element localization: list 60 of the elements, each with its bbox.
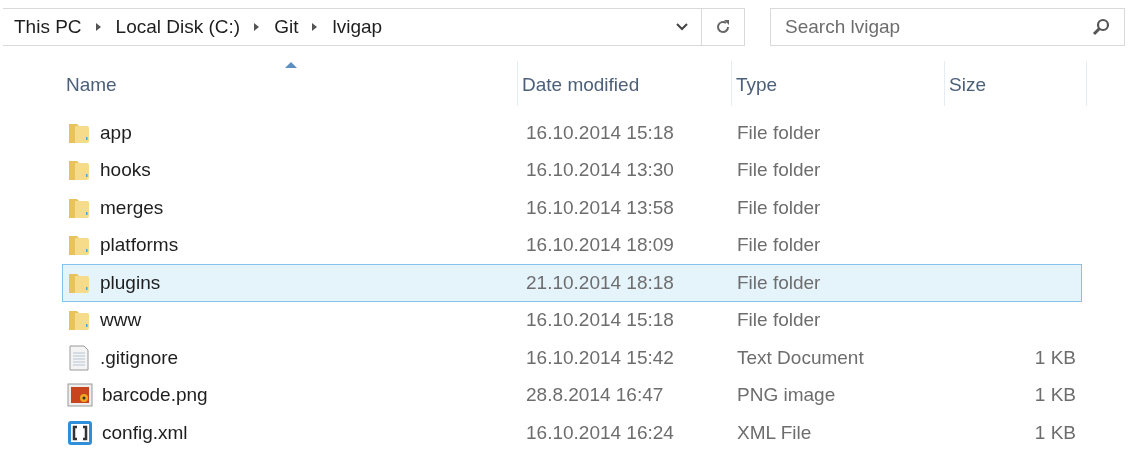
document-icon	[67, 344, 91, 371]
file-name: hooks	[100, 158, 151, 182]
breadcrumb[interactable]: Git	[274, 12, 299, 42]
type-cell-text: File folder	[736, 308, 822, 332]
date-cell-text: 28.8.2014 16:47	[525, 383, 665, 407]
file-row[interactable]: platforms 16.10.2014 18:09 File folder	[62, 226, 1082, 264]
size-cell-text: 1 KB	[1033, 383, 1076, 407]
date-cell-text: 16.10.2014 13:30	[525, 158, 675, 182]
file-name: barcode.png	[102, 383, 208, 407]
type-cell-text: File folder	[736, 233, 822, 257]
refresh-icon[interactable]	[714, 18, 732, 36]
date-cell-text: 16.10.2014 15:18	[525, 308, 675, 332]
address-bar[interactable]: This PC Local Disk (C:) Git lvigap	[3, 8, 745, 46]
date-cell-text: 16.10.2014 13:58	[525, 195, 675, 220]
file-name: www	[100, 308, 142, 332]
type-cell-text: File folder	[736, 270, 822, 295]
file-row[interactable]: plugins 21.10.2014 18:18 File folder	[62, 264, 1082, 302]
file-row[interactable]: merges 16.10.2014 13:58 File folder	[62, 189, 1082, 227]
file-name: platforms	[100, 233, 179, 257]
file-row[interactable]: config.xml 16.10.2014 16:24 XML File 1 KB	[62, 414, 1082, 450]
size-cell-text: 1 KB	[1033, 345, 1076, 370]
code-file-icon	[67, 419, 93, 446]
column-header[interactable]: Type	[732, 61, 945, 106]
type-cell-text: File folder	[736, 195, 822, 220]
date-cell-text: 21.10.2014 18:18	[525, 270, 675, 295]
type-cell-text: File folder	[736, 158, 822, 182]
file-row[interactable]: .gitignore 16.10.2014 15:42 Text Document 1 KB	[62, 339, 1082, 377]
type-cell-text: XML File	[736, 420, 813, 445]
breadcrumb[interactable]: lvigap	[332, 12, 383, 42]
file-name: app	[100, 120, 132, 145]
file-row[interactable]: barcode.png 28.8.2014 16:47 PNG image 1 KB	[62, 376, 1082, 414]
file-row[interactable]: hooks 16.10.2014 13:30 File folder	[62, 151, 1082, 189]
file-name: config.xml	[102, 420, 188, 445]
file-name: .gitignore	[100, 345, 179, 370]
column-header[interactable]: Date modified	[518, 61, 732, 106]
type-cell-text: PNG image	[736, 383, 837, 407]
type-cell-text: Text Document	[736, 345, 865, 370]
date-cell-text: 16.10.2014 18:09	[525, 233, 675, 257]
date-cell-text: 16.10.2014 15:18	[525, 120, 675, 145]
column-header[interactable]: Size	[945, 61, 1087, 106]
type-cell-text: File folder	[736, 120, 822, 145]
image-file-icon	[67, 383, 93, 408]
search-field[interactable]: Search lvigap	[770, 8, 1125, 46]
breadcrumb[interactable]: Local Disk (C:)	[115, 12, 241, 42]
file-name: plugins	[100, 270, 161, 295]
folder-icon	[67, 233, 91, 258]
file-row[interactable]: www 16.10.2014 15:18 File folder	[62, 301, 1082, 339]
date-cell-text: 16.10.2014 15:42	[525, 345, 675, 370]
dropdown-icon[interactable]	[675, 22, 689, 32]
file-name: merges	[100, 195, 164, 220]
date-cell-text: 16.10.2014 16:24	[525, 420, 675, 445]
folder-icon	[67, 308, 91, 333]
size-cell-text: 1 KB	[1033, 420, 1076, 445]
file-row[interactable]: app 16.10.2014 15:18 File folder	[62, 114, 1082, 152]
breadcrumb[interactable]: This PC	[14, 12, 82, 42]
folder-icon	[67, 158, 91, 183]
chevron-right-icon[interactable]	[94, 22, 103, 32]
column-header[interactable]: Name	[62, 61, 518, 106]
search-icon[interactable]	[1091, 17, 1111, 37]
sort-up-icon	[284, 61, 297, 68]
